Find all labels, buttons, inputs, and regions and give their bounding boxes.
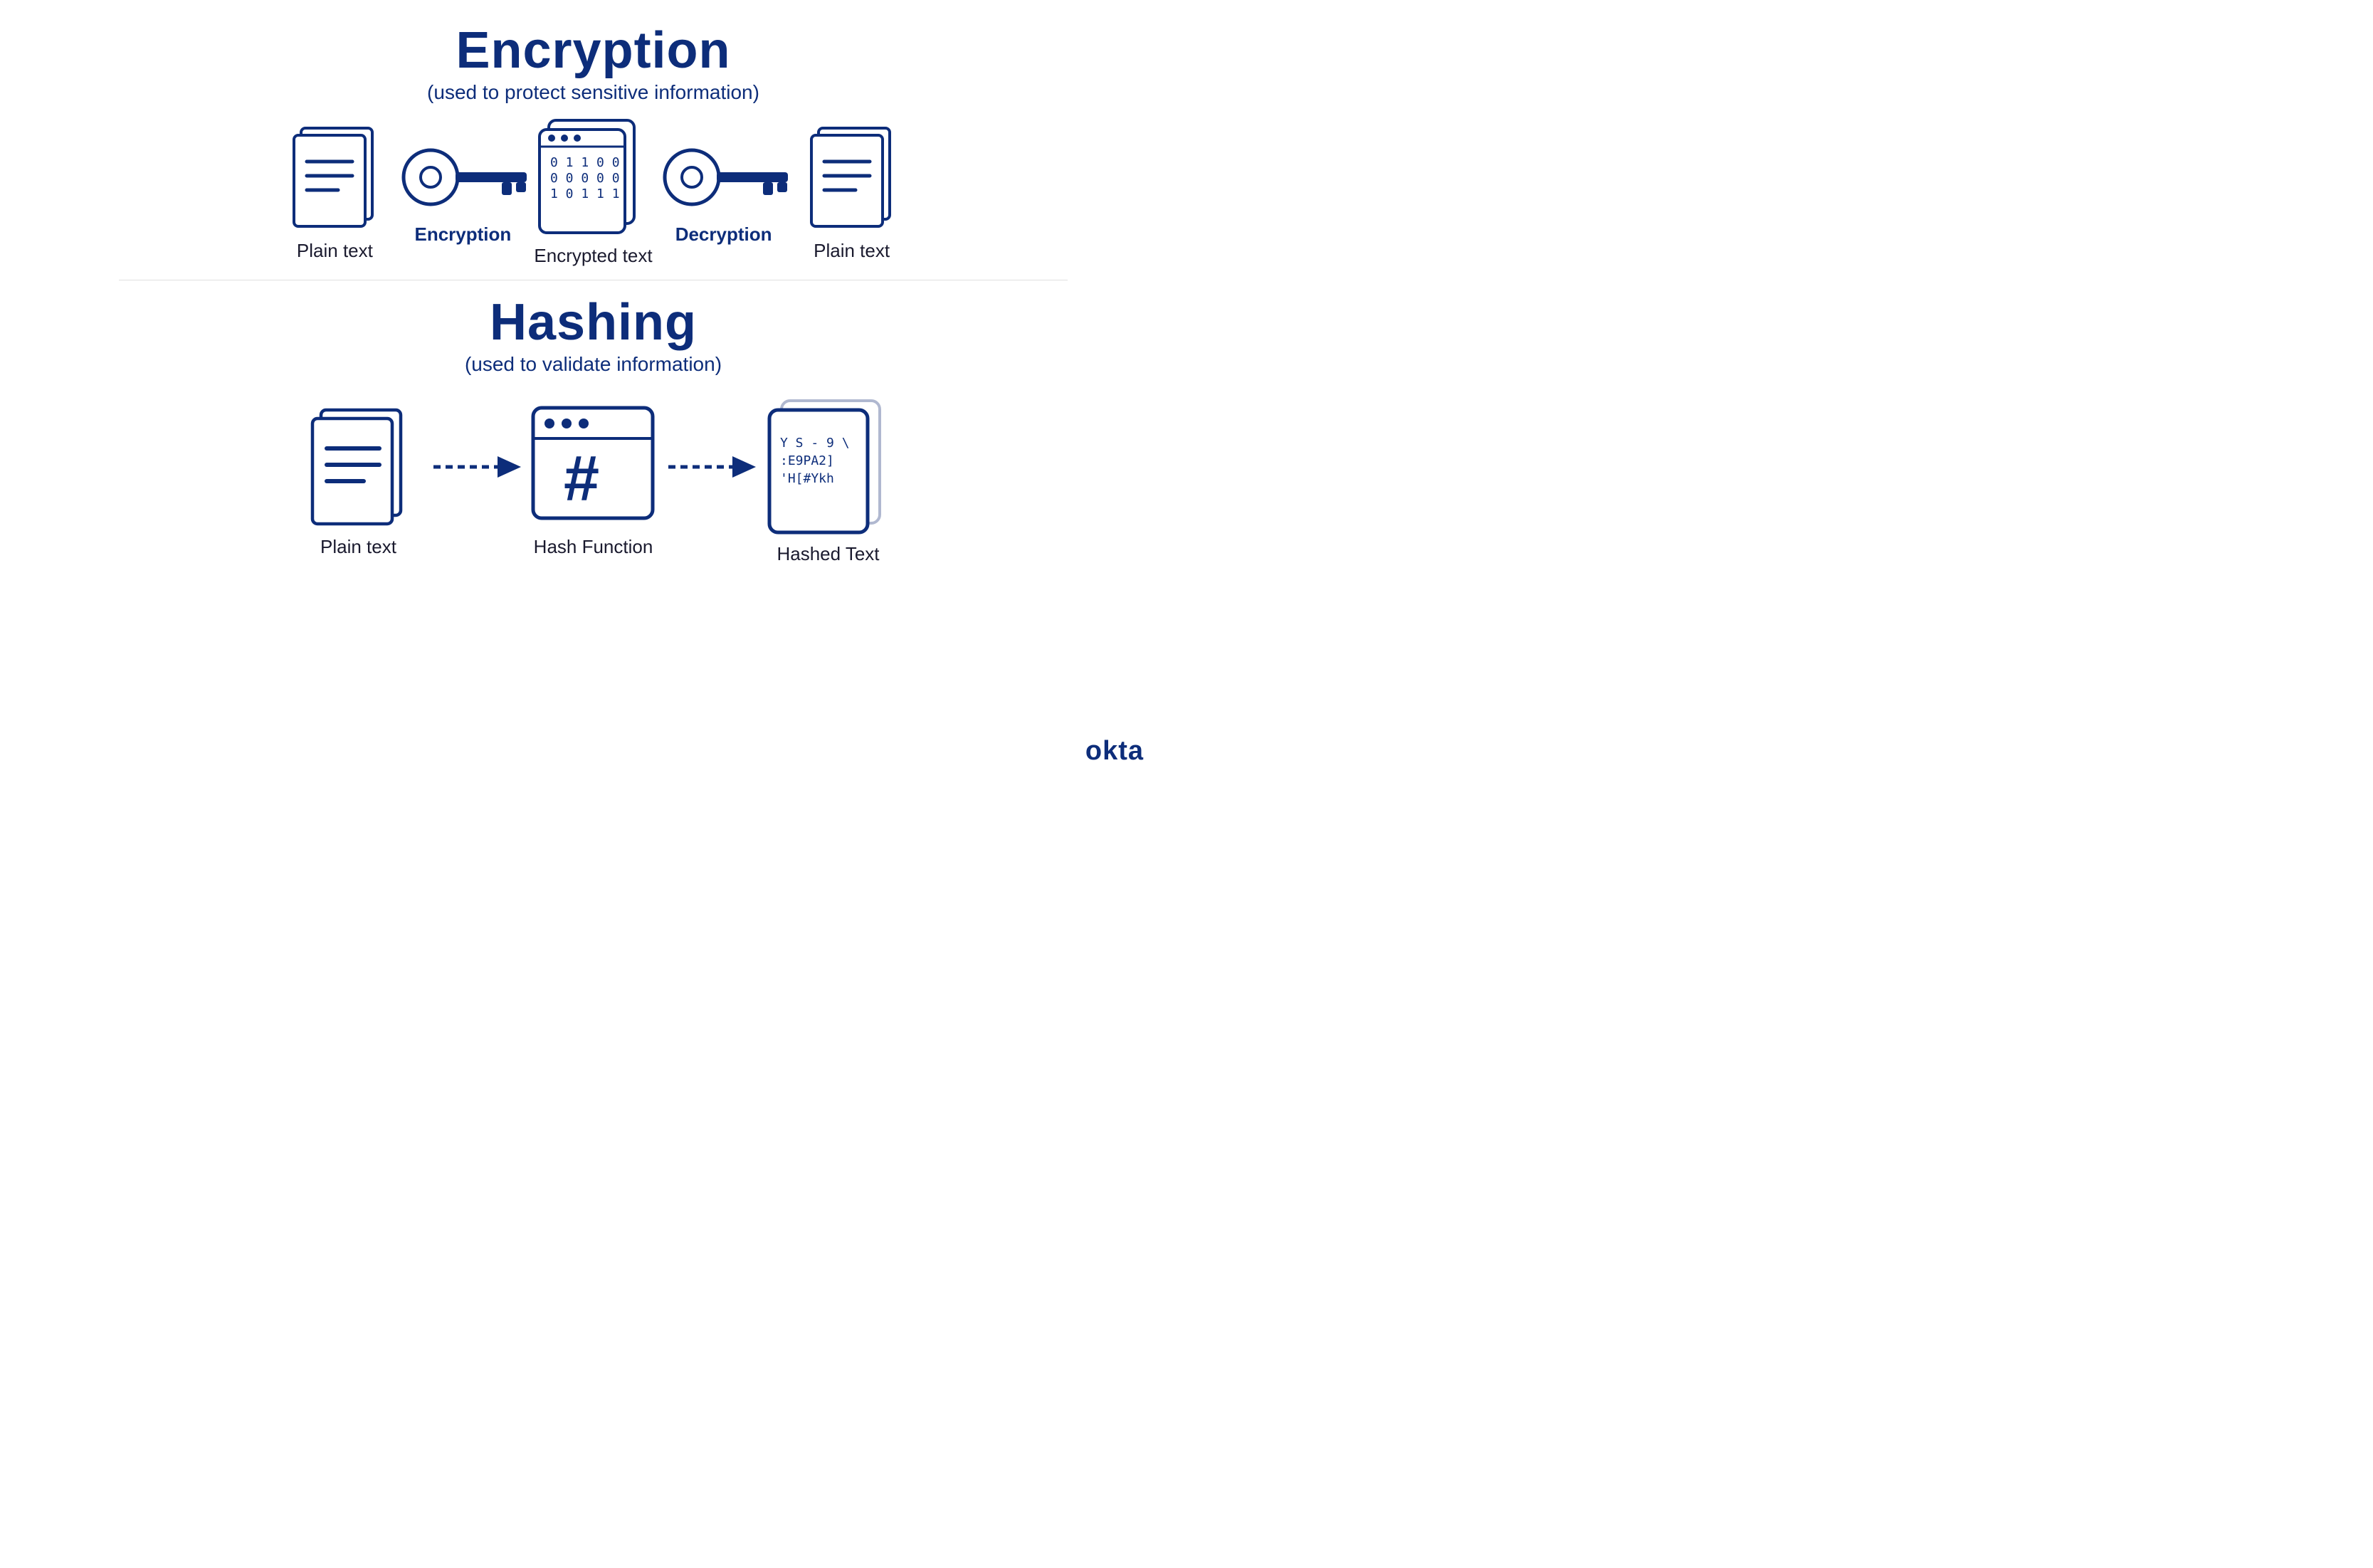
plain-text-label-2: Plain text	[814, 240, 890, 262]
okta-logo: okta	[1085, 736, 1144, 767]
hash-plain-text-label: Plain text	[320, 536, 396, 558]
encryption-section: Encryption (used to protect sensitive in…	[0, 14, 1186, 267]
encrypted-text-item: 0 1 1 0 0 0 0 0 0 0 1 0 1 1 1 Encrypted …	[534, 117, 652, 267]
encryption-plain-text-item: Plain text	[278, 122, 391, 262]
hash-arrow-1	[430, 449, 522, 485]
hash-plain-text-doc-icon	[307, 404, 410, 529]
encrypted-text-icon: 0 1 1 0 0 0 0 0 0 0 1 0 1 1 1	[536, 117, 650, 238]
plain-text-label-1: Plain text	[297, 240, 373, 262]
dashed-arrow-1-icon	[430, 449, 522, 485]
svg-text:1 0 1 1 1: 1 0 1 1 1	[550, 186, 620, 201]
hashed-text-label: Hashed Text	[777, 543, 879, 565]
svg-text:0 0 0 0 0: 0 0 0 0 0	[550, 171, 620, 186]
hash-function-item: # Hash Function	[522, 404, 665, 558]
hashing-diagram: Plain text	[0, 397, 1186, 565]
svg-text:#: #	[564, 443, 599, 515]
hashed-text-item: Y S - 9 \ :E9PA2] 'H[#Ykh Hashed Text	[757, 397, 900, 565]
svg-text::E9PA2]: :E9PA2]	[780, 453, 834, 468]
decryption-label: Decryption	[675, 223, 772, 246]
decrypted-plain-text-item: Plain text	[795, 122, 909, 262]
hashing-section: Hashing (used to validate information) P…	[0, 286, 1186, 565]
plain-text-doc-icon	[288, 122, 381, 233]
decryption-key-icon	[653, 138, 795, 216]
decryption-key-item: Decryption	[653, 138, 795, 246]
hash-function-label: Hash Function	[534, 536, 653, 558]
hash-function-icon: #	[530, 404, 658, 529]
hashing-plain-text-item: Plain text	[288, 404, 430, 558]
hashed-text-icon: Y S - 9 \ :E9PA2] 'H[#Ykh	[766, 397, 890, 536]
svg-text:0 1 1 0 0: 0 1 1 0 0	[550, 155, 620, 170]
hashing-subtitle: (used to validate information)	[465, 353, 722, 376]
svg-text:'H[#Ykh: 'H[#Ykh	[780, 471, 834, 486]
decrypted-doc-icon	[806, 122, 898, 233]
svg-text:Y S - 9 \: Y S - 9 \	[780, 436, 850, 451]
encryption-diagram: Plain text Encryption	[0, 117, 1186, 267]
encrypted-text-label: Encrypted text	[534, 245, 652, 267]
encryption-key-icon	[391, 138, 534, 216]
encryption-title: Encryption	[456, 21, 730, 80]
hashing-title: Hashing	[490, 293, 697, 352]
page: Encryption (used to protect sensitive in…	[0, 0, 1186, 784]
encryption-subtitle: (used to protect sensitive information)	[427, 81, 759, 104]
dashed-arrow-2-icon	[665, 449, 757, 485]
encryption-key-item: Encryption	[391, 138, 534, 246]
hash-arrow-2	[665, 449, 757, 485]
encryption-label: Encryption	[414, 223, 511, 246]
